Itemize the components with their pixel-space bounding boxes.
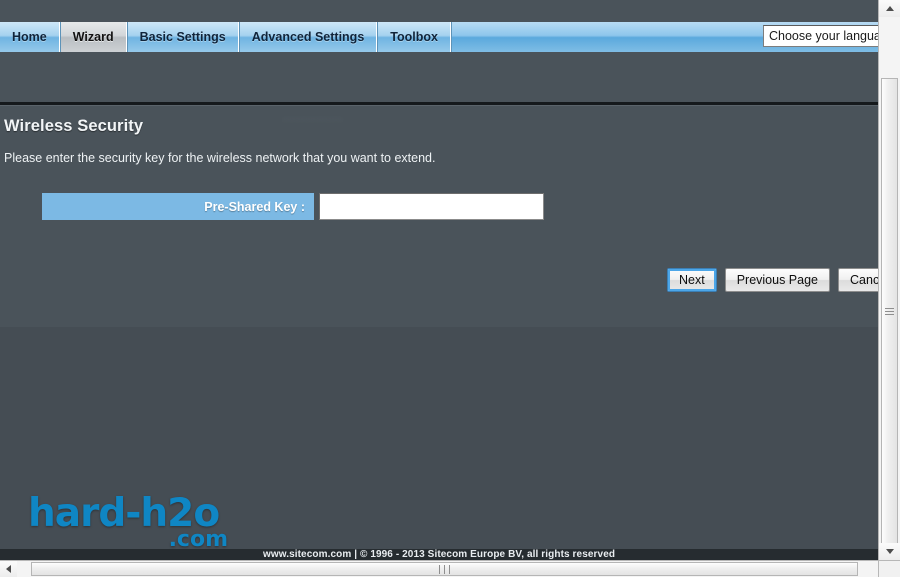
previous-page-button[interactable]: Previous Page: [724, 268, 831, 292]
horizontal-scrollbar-track[interactable]: [17, 561, 883, 577]
pre-shared-key-input[interactable]: [319, 193, 544, 220]
language-selector-wrapper: Choose your language: [763, 25, 878, 49]
footer-copyright: www.sitecom.com | © 1996 - 2013 Sitecom …: [262, 549, 616, 560]
pre-shared-key-value-text: ············: [282, 112, 344, 126]
horizontal-scrollbar-thumb[interactable]: [31, 562, 858, 576]
triangle-left-icon: [6, 565, 11, 573]
site-watermark: hard-h2o .com: [28, 494, 258, 551]
page-description: Please enter the security key for the wi…: [4, 151, 436, 165]
tab-home[interactable]: Home: [0, 22, 60, 52]
vertical-thumb-grip-icon: [885, 306, 894, 317]
language-select[interactable]: Choose your language: [763, 25, 878, 47]
triangle-down-icon: [885, 549, 894, 554]
tab-advanced-settings-label: Advanced Settings: [251, 30, 365, 44]
cancel-button[interactable]: Cancel: [838, 268, 878, 292]
pre-shared-key-obscured-value: ············: [282, 108, 368, 130]
tab-toolbox-label: Toolbox: [390, 30, 438, 44]
tab-advanced-settings[interactable]: Advanced Settings: [238, 22, 378, 52]
page-top-strip: [0, 0, 878, 22]
content-panel: Wireless Security Please enter the secur…: [0, 106, 878, 327]
main-navigation-tabs: Home Wizard Basic Settings Advanced Sett…: [0, 22, 878, 52]
tab-wizard-label: Wizard: [72, 30, 114, 44]
header-spacer: [0, 52, 878, 103]
scroll-up-button[interactable]: [879, 0, 900, 17]
scroll-down-button[interactable]: [879, 543, 900, 560]
tab-basic-settings[interactable]: Basic Settings: [126, 22, 239, 52]
tab-toolbox[interactable]: Toolbox: [377, 22, 451, 52]
browser-viewport: Home Wizard Basic Settings Advanced Sett…: [0, 0, 878, 560]
vertical-scrollbar-thumb[interactable]: [881, 78, 898, 544]
triangle-up-icon: [885, 6, 894, 11]
vertical-scrollbar-track[interactable]: [879, 17, 900, 544]
page-footer: www.sitecom.com | © 1996 - 2013 Sitecom …: [0, 549, 878, 560]
pre-shared-key-label: Pre-Shared Key :: [42, 193, 314, 220]
scrollbar-corner: [878, 560, 900, 577]
next-button[interactable]: Next: [667, 268, 717, 292]
wizard-button-row: Next Previous Page Cancel: [667, 268, 878, 292]
pre-shared-key-row: Pre-Shared Key :: [42, 193, 544, 220]
tab-home-label: Home: [12, 30, 47, 44]
vertical-scrollbar[interactable]: [878, 0, 900, 560]
tab-wizard[interactable]: Wizard: [59, 22, 127, 52]
page-title: Wireless Security: [4, 117, 144, 135]
scroll-left-button[interactable]: [0, 561, 17, 577]
horizontal-thumb-grip-icon: [437, 564, 452, 574]
horizontal-scrollbar[interactable]: [0, 560, 900, 577]
tab-basic-settings-label: Basic Settings: [139, 30, 226, 44]
